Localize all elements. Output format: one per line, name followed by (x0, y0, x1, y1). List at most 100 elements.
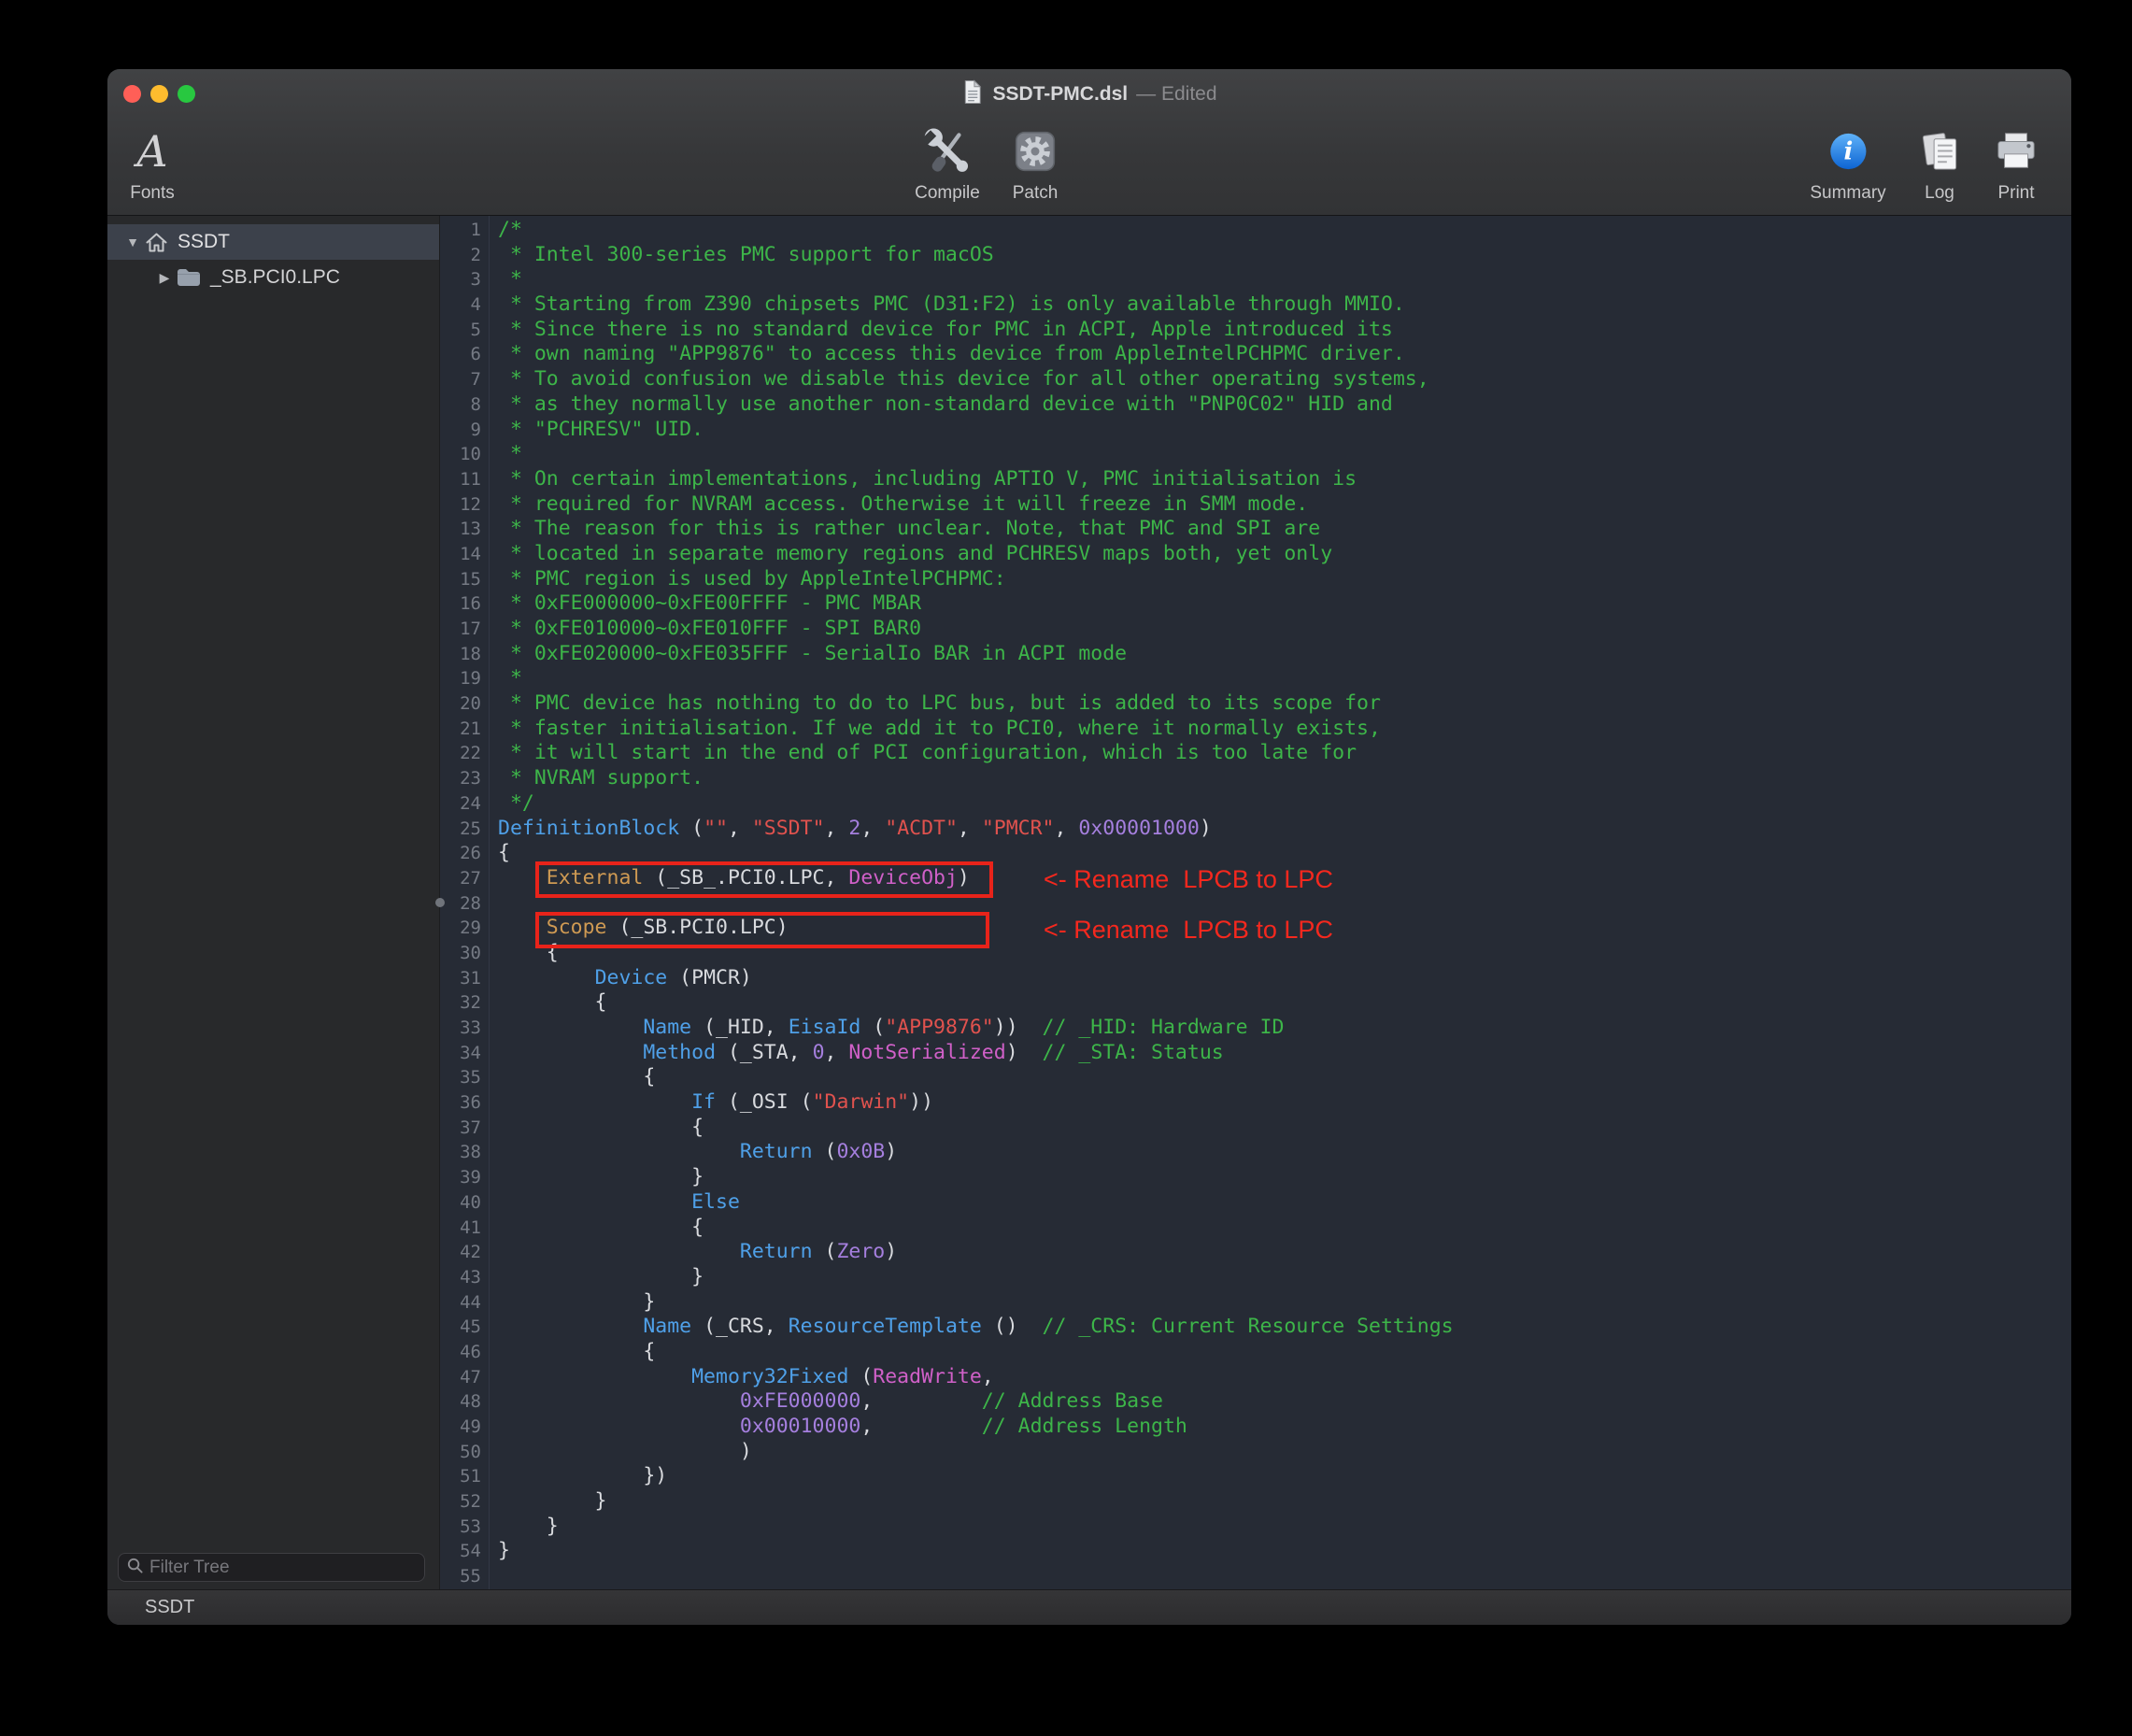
line-number: 37 (440, 1116, 481, 1141)
summary-label: Summary (1810, 183, 1885, 204)
line-number: 5 (440, 318, 481, 343)
code-line: 36 If (_OSI ("Darwin")) (440, 1090, 2071, 1116)
document-title: SSDT-PMC.dsl (992, 83, 1128, 106)
line-number: 52 (440, 1489, 481, 1515)
svg-text:i: i (1843, 138, 1853, 166)
line-number: 48 (440, 1389, 481, 1415)
code-text: Memory32Fixed (ReadWrite, (481, 1365, 994, 1390)
fonts-button[interactable]: A Fonts (130, 121, 175, 204)
code-line: 20 * PMC device has nothing to do to LPC… (440, 691, 2071, 717)
code-text: { (481, 990, 607, 1016)
code-text: }) (481, 1464, 667, 1489)
line-number: 17 (440, 617, 481, 642)
code-line: 33 Name (_HID, EisaId ("APP9876")) // _H… (440, 1016, 2071, 1041)
line-number: 6 (440, 342, 481, 367)
tree-item-ssdt[interactable]: ▼ SSDT (107, 224, 439, 260)
code-text: 0x00010000, // Address Length (481, 1415, 1187, 1440)
code-text: Name (_CRS, ResourceTemplate () // _CRS:… (481, 1315, 1454, 1340)
code-line: 50 ) (440, 1440, 2071, 1465)
splitter-dimple[interactable] (435, 898, 445, 907)
code-text: * PMC region is used by AppleIntelPCHPMC… (481, 567, 1006, 592)
code-line: 15 * PMC region is used by AppleIntelPCH… (440, 567, 2071, 592)
line-number: 13 (440, 517, 481, 542)
line-number: 28 (440, 891, 481, 917)
code-text: } (481, 1165, 704, 1190)
line-number: 1 (440, 218, 481, 243)
code-text: * as they normally use another non-stand… (481, 392, 1393, 418)
search-icon (126, 1557, 144, 1579)
code-line: 12 * required for NVRAM access. Otherwis… (440, 492, 2071, 518)
line-number: 16 (440, 591, 481, 617)
tree-item-sb-pci0-lpc[interactable]: ▶ _SB.PCI0.LPC (107, 260, 439, 295)
code-text: Method (_STA, 0, NotSerialized) // _STA:… (481, 1041, 1224, 1066)
line-number: 32 (440, 990, 481, 1016)
code-text: Device (PMCR) (481, 966, 752, 991)
status-bar: SSDT (107, 1589, 2071, 1625)
code-text: DefinitionBlock ("", "SSDT", 2, "ACDT", … (481, 817, 1212, 842)
code-text: { (481, 1065, 655, 1090)
annotation-note-line27: <- Rename LPCB to LPC (1044, 865, 1333, 894)
edited-badge: — Edited (1136, 83, 1216, 106)
line-number: 8 (440, 392, 481, 418)
disclosure-collapsed-icon[interactable]: ▶ (152, 270, 177, 286)
code-line: 14 * located in separate memory regions … (440, 542, 2071, 567)
code-line: 31 Device (PMCR) (440, 966, 2071, 991)
code-text: } (481, 1515, 559, 1540)
filter-tree-input[interactable] (149, 1558, 417, 1578)
code-line: 51 }) (440, 1464, 2071, 1489)
line-number: 25 (440, 817, 481, 842)
code-line: 7 * To avoid confusion we disable this d… (440, 367, 2071, 392)
compile-button[interactable]: Compile (915, 121, 980, 204)
disclosure-expanded-icon[interactable]: ▼ (121, 235, 145, 249)
summary-button[interactable]: i Summary (1810, 121, 1885, 204)
print-button[interactable]: Print (1994, 121, 2039, 204)
code-text: * it will start in the end of PCI config… (481, 741, 1357, 766)
code-text: * required for NVRAM access. Otherwise i… (481, 492, 1308, 518)
code-line: 42 Return (Zero) (440, 1240, 2071, 1265)
code-text: 0xFE000000, // Address Base (481, 1389, 1163, 1415)
file-tree: ▼ SSDT ▶ (107, 216, 439, 295)
patch-button[interactable]: Patch (1011, 121, 1059, 204)
code-line: 24 */ (440, 791, 2071, 817)
code-line: 18 * 0xFE020000~0xFE035FFF - SerialIo BA… (440, 642, 2071, 667)
patch-icon (1011, 121, 1059, 181)
code-text: * 0xFE010000~0xFE010FFF - SPI BAR0 (481, 617, 921, 642)
code-text: * 0xFE020000~0xFE035FFF - SerialIo BAR i… (481, 642, 1127, 667)
code-line: 54} (440, 1539, 2071, 1564)
code-line: 34 Method (_STA, 0, NotSerialized) // _S… (440, 1041, 2071, 1066)
code-text: } (481, 1489, 607, 1515)
code-line: 52 } (440, 1489, 2071, 1515)
code-line: 55 (440, 1564, 2071, 1589)
log-button[interactable]: Log (1918, 121, 1962, 204)
code-line: 32 { (440, 990, 2071, 1016)
code-text: { (481, 1340, 655, 1365)
code-line: 3 * (440, 267, 2071, 292)
code-line: 35 { (440, 1065, 2071, 1090)
code-text: * own naming "APP9876" to access this de… (481, 342, 1405, 367)
code-editor[interactable]: 1/*2 * Intel 300-series PMC support for … (440, 216, 2071, 1589)
line-number: 26 (440, 841, 481, 866)
line-number: 54 (440, 1539, 481, 1564)
line-number: 23 (440, 766, 481, 791)
code-text: * "PCHRESV" UID. (481, 418, 704, 443)
code-text: Name (_HID, EisaId ("APP9876")) // _HID:… (481, 1016, 1284, 1041)
code-line: 49 0x00010000, // Address Length (440, 1415, 2071, 1440)
window-title: SSDT-PMC.dsl — Edited (107, 69, 2071, 120)
line-number: 47 (440, 1365, 481, 1390)
code-text: * (481, 666, 522, 691)
code-text: Return (Zero) (481, 1240, 897, 1265)
code-line: 11 * On certain implementations, includi… (440, 467, 2071, 492)
line-number: 51 (440, 1464, 481, 1489)
code-editor-lines: 1/*2 * Intel 300-series PMC support for … (440, 216, 2071, 1589)
code-line: 8 * as they normally use another non-sta… (440, 392, 2071, 418)
line-number: 9 (440, 418, 481, 443)
line-number: 11 (440, 467, 481, 492)
filter-tree-field[interactable] (118, 1553, 425, 1582)
line-number: 7 (440, 367, 481, 392)
line-number: 38 (440, 1140, 481, 1165)
line-number: 31 (440, 966, 481, 991)
code-line: 23 * NVRAM support. (440, 766, 2071, 791)
code-text: * 0xFE000000~0xFE00FFFF - PMC MBAR (481, 591, 921, 617)
document-proxy-icon[interactable] (961, 79, 984, 109)
code-line: 43 } (440, 1265, 2071, 1290)
